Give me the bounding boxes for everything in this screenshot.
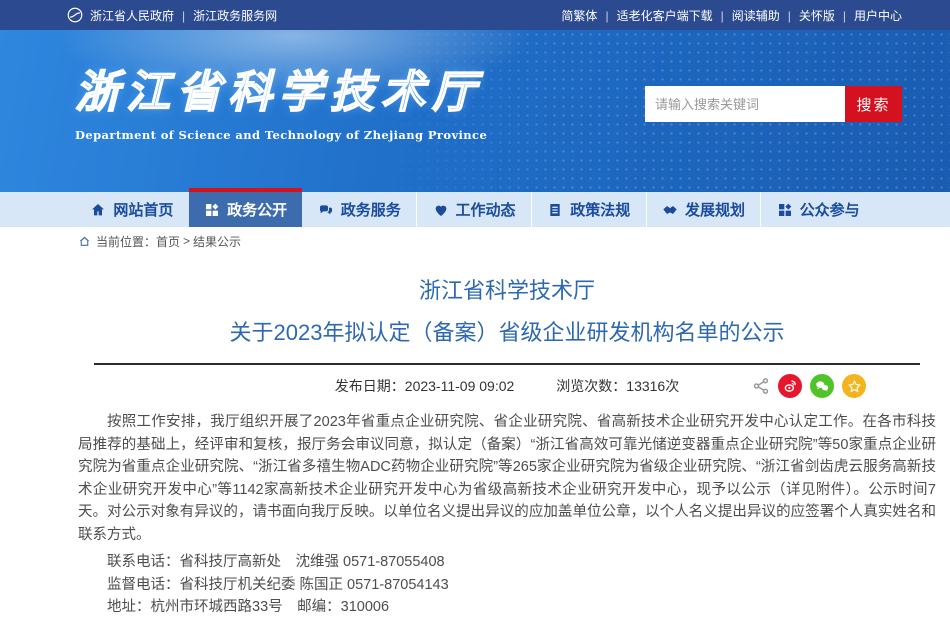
nav-item-public-participation[interactable]: 公众参与 — [760, 192, 875, 227]
nav-label: 政策法规 — [570, 199, 630, 220]
breadcrumb-current: 结果公示 — [193, 233, 241, 250]
breadcrumb-prefix: 当前位置： — [96, 233, 156, 250]
nav-item-government-services[interactable]: 政务服务 — [302, 192, 416, 227]
link-provincial-government[interactable]: 浙江省人民政府 — [90, 7, 174, 24]
article-content: 浙江省科学技术厅 关于2023年拟认定（备案）省级企业研发机构名单的公示 发布日… — [78, 271, 936, 626]
contact-info: 联系电话：省科技厅高新处 沈维强 0571-87055408 监督电话：省科技厅… — [78, 551, 936, 619]
nav-item-policies-regulations[interactable]: 政策法规 — [531, 192, 646, 227]
site-title-english: Department of Science and Technology of … — [75, 128, 487, 142]
link-care-version[interactable]: 关怀版 — [780, 7, 835, 24]
site-banner: 浙江省科学技术厅 Department of Science and Techn… — [0, 30, 950, 192]
link-reading-assist[interactable]: 阅读辅助 — [713, 7, 780, 24]
view-count: 浏览次数：13316次 — [556, 376, 679, 396]
government-emblem-icon — [66, 6, 84, 24]
view-count-value: 13316次 — [626, 378, 679, 394]
site-search: 搜索 — [645, 86, 902, 122]
breadcrumb-separator: > — [183, 234, 190, 248]
participation-seal-icon — [777, 202, 793, 218]
publish-date: 发布日期：2023-11-09 09:02 — [335, 376, 515, 396]
link-elderly-client-download[interactable]: 适老化客户端下载 — [597, 7, 712, 24]
supervision-phone: 监督电话：省科技厅机关纪委 陈国正 0571-87054143 — [78, 574, 936, 597]
seal-icon — [204, 202, 220, 218]
home-small-icon — [78, 235, 91, 248]
nav-item-development-planning[interactable]: 发展规划 — [646, 192, 761, 227]
qzone-star-icon[interactable] — [842, 374, 866, 398]
share-icon[interactable] — [752, 377, 770, 395]
heart-icon — [433, 202, 449, 218]
search-button[interactable]: 搜索 — [845, 86, 902, 122]
link-simplified-traditional[interactable]: 简繁体 — [561, 7, 597, 24]
address-line: 地址：杭州市环城西路33号 邮编：310006 — [78, 596, 936, 619]
weibo-icon[interactable] — [778, 374, 802, 398]
nav-label: 公众参与 — [800, 199, 860, 220]
home-icon — [90, 202, 106, 218]
nav-item-home[interactable]: 网站首页 — [75, 192, 189, 227]
nav-item-work-updates[interactable]: 工作动态 — [416, 192, 531, 227]
link-gov-service-site[interactable]: 浙江政务服务网 — [174, 7, 277, 24]
wechat-icon[interactable] — [810, 374, 834, 398]
nav-label: 发展规划 — [685, 199, 745, 220]
article-title-line1: 浙江省科学技术厅 — [78, 271, 936, 311]
publish-date-label: 发布日期： — [335, 378, 405, 394]
share-bar — [752, 374, 866, 398]
article-paragraph: 按照工作安排，我厅组织开展了2023年省重点企业研究院、省企业研究院、省高新技术… — [78, 411, 936, 546]
site-title: 浙江省科学技术厅 — [75, 56, 487, 120]
nav-item-government-affairs-disclosure[interactable]: 政务公开 — [189, 192, 303, 227]
view-count-label: 浏览次数： — [556, 378, 626, 394]
breadcrumb-home[interactable]: 首页 — [156, 233, 180, 250]
article-meta: 发布日期：2023-11-09 09:02 浏览次数：13316次 — [78, 365, 936, 407]
contact-phone: 联系电话：省科技厅高新处 沈维强 0571-87055408 — [78, 551, 936, 574]
chat-icon — [318, 202, 334, 218]
topbar-left-links: 浙江省人民政府 浙江政务服务网 — [66, 6, 277, 24]
article-title-line2: 关于2023年拟认定（备案）省级企业研发机构名单的公示 — [78, 313, 936, 353]
search-input[interactable] — [645, 86, 845, 122]
link-user-center[interactable]: 用户中心 — [835, 7, 902, 24]
topbar-right-links: 简繁体 适老化客户端下载 阅读辅助 关怀版 用户中心 — [561, 7, 902, 24]
nav-label: 政务服务 — [341, 199, 401, 220]
nav-label: 网站首页 — [113, 199, 173, 220]
publish-date-value: 2023-11-09 09:02 — [405, 378, 515, 394]
site-identity[interactable]: 浙江省科学技术厅 Department of Science and Techn… — [75, 56, 487, 142]
breadcrumb: 当前位置： 首页 > 结果公示 — [0, 227, 950, 255]
top-utility-bar: 浙江省人民政府 浙江政务服务网 简繁体 适老化客户端下载 阅读辅助 关怀版 用户… — [0, 0, 950, 30]
handshake-icon — [662, 202, 678, 218]
main-navigation: 网站首页 政务公开 政务服务 工作动态 政策法规 — [0, 192, 950, 227]
document-icon — [547, 202, 563, 218]
nav-label: 工作动态 — [456, 199, 516, 220]
nav-label: 政务公开 — [227, 199, 287, 220]
